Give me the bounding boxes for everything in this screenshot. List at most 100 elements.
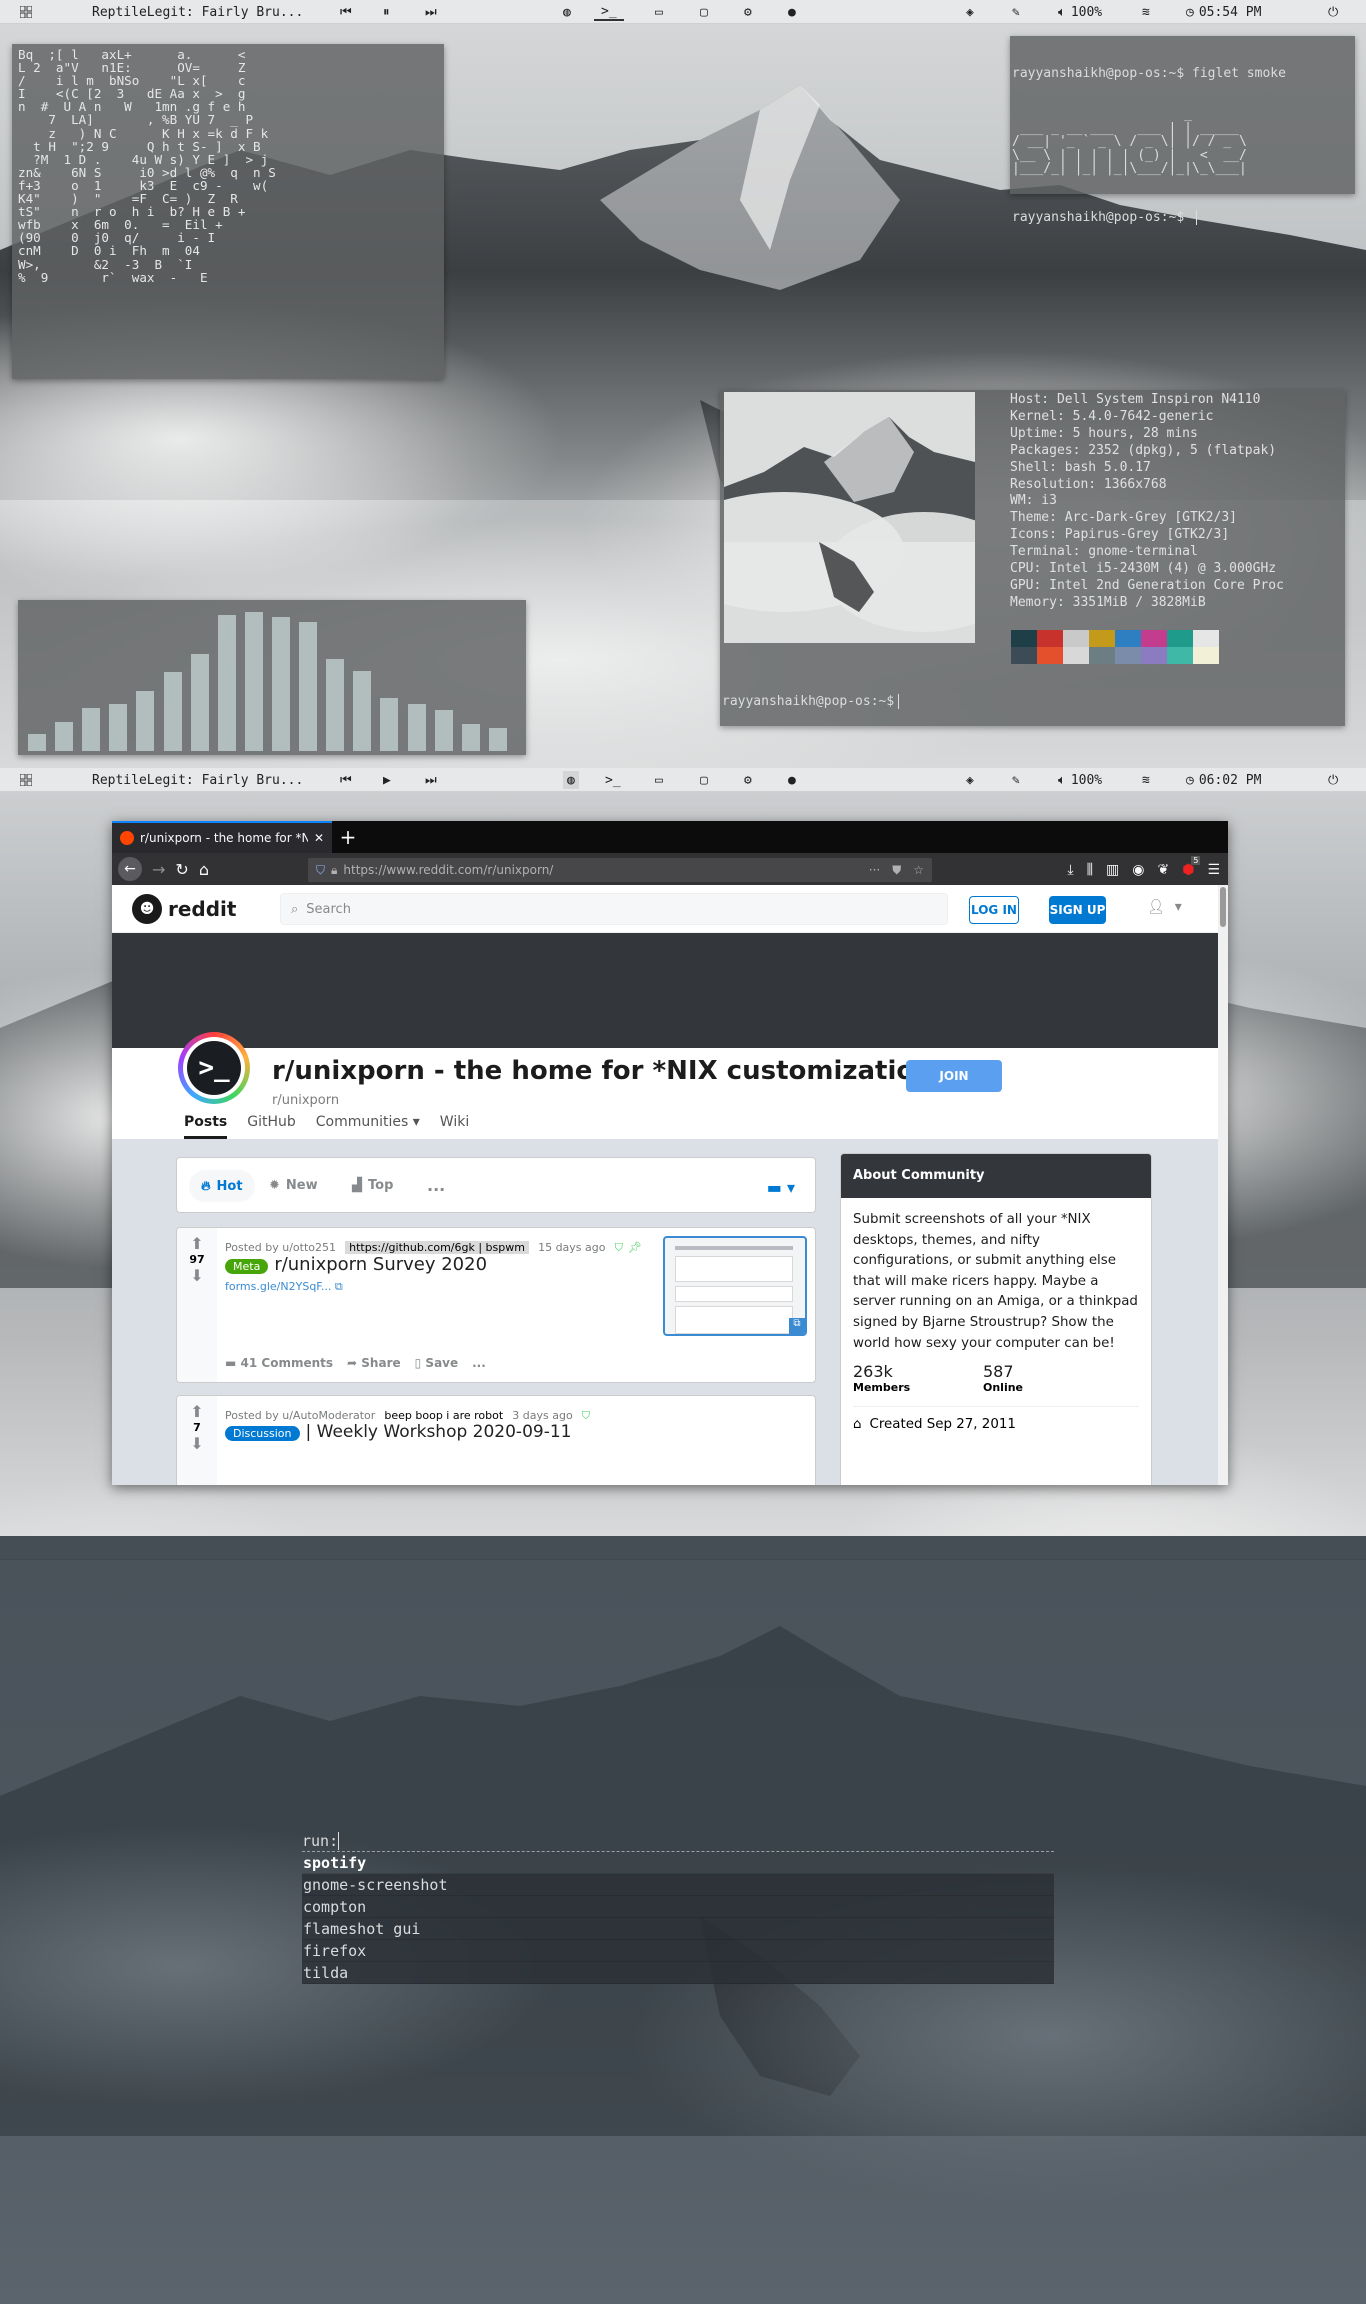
terminal-icon[interactable]: >_: [605, 771, 621, 789]
about-community: About Community Submit screenshots of al…: [840, 1153, 1152, 1485]
lock-icon[interactable]: 🔒︎: [331, 863, 337, 878]
spotify-icon[interactable]: ●: [788, 771, 796, 789]
wifi-icon[interactable]: ≋: [1142, 771, 1150, 789]
post-card[interactable]: ⬆ 7 ⬇ Posted by u/AutoModerator beep boo…: [176, 1395, 816, 1485]
settings-icon[interactable]: ⚙: [744, 3, 752, 21]
spotify-icon[interactable]: ●: [788, 3, 796, 21]
sort-top[interactable]: ▟ Top: [352, 1178, 393, 1193]
workspace-grid-icon[interactable]: [20, 3, 32, 21]
post-author[interactable]: Posted by u/otto251: [225, 1241, 336, 1254]
chat-icon[interactable]: ▢: [700, 771, 708, 789]
post-card[interactable]: ⬆ 97 ⬇ Posted by u/otto251 https://githu…: [176, 1227, 816, 1383]
menu-icon[interactable]: ☰: [1207, 862, 1220, 878]
save-button[interactable]: ▯ Save: [415, 1356, 459, 1370]
previous-track-icon[interactable]: ⏮: [340, 3, 352, 21]
globe-icon[interactable]: ◍: [563, 3, 571, 21]
sort-more[interactable]: ...: [427, 1176, 445, 1195]
library-icon[interactable]: ⫼: [1087, 862, 1093, 878]
upvote-icon[interactable]: ⬆: [177, 1234, 217, 1253]
page-scrollbar[interactable]: [1218, 885, 1228, 1485]
comments-button[interactable]: ▬ 41 Comments: [225, 1356, 333, 1370]
folder-icon[interactable]: ▭: [655, 3, 663, 21]
reddit-search-box[interactable]: ⌕ Search: [280, 893, 948, 925]
next-track-icon[interactable]: ⏭: [425, 3, 437, 21]
launcher-item[interactable]: flameshot gui: [302, 1918, 1054, 1940]
reddit-logo[interactable]: ☻ reddit: [132, 894, 236, 924]
power-icon[interactable]: ⏻: [1328, 3, 1338, 21]
neofetch-info: Host: Dell System Inspiron N4110 Kernel: …: [1010, 392, 1284, 612]
reload-icon[interactable]: ↻: [175, 860, 188, 879]
shield-icon[interactable]: ⛉: [316, 863, 325, 878]
next-track-icon[interactable]: ⏭: [425, 771, 437, 789]
matrix-line: 7 LA] , %B YU 7 _ P: [18, 112, 254, 128]
user-dropdown[interactable]: 👤︎ ▾: [1147, 899, 1182, 915]
view-toggle[interactable]: ▬ ▾: [767, 1178, 795, 1197]
tab-wiki[interactable]: Wiki: [440, 1114, 469, 1139]
tab-github[interactable]: GitHub: [247, 1114, 296, 1139]
post-link[interactable]: forms.gle/N2YSqF... ⧉: [225, 1280, 343, 1294]
downvote-icon[interactable]: ⬇: [177, 1434, 217, 1453]
post-author[interactable]: Posted by u/AutoModerator: [225, 1409, 375, 1422]
ublock-icon[interactable]: ⬢ 5: [1182, 856, 1201, 878]
tab-strip: r/unixporn - the home for *NIX ✕ +: [112, 821, 1228, 853]
chat-icon[interactable]: ▢: [700, 3, 708, 21]
sort-hot[interactable]: 🔥︎ Hot: [189, 1170, 255, 1202]
settings-icon[interactable]: ⚙: [744, 771, 752, 789]
post-title[interactable]: r/unixporn Survey 2020: [274, 1254, 487, 1275]
bookmark-star-icon[interactable]: ☆: [913, 863, 924, 878]
browser-tab[interactable]: r/unixporn - the home for *NIX ✕: [112, 821, 332, 853]
url-text[interactable]: https://www.reddit.com/r/unixporn/: [343, 863, 553, 877]
launcher-item[interactable]: compton: [302, 1896, 1054, 1918]
terminal-prompt-line: rayyanshaikh@pop-os:~$: [1012, 210, 1353, 226]
share-button[interactable]: ➦ Share: [347, 1356, 401, 1370]
clock: ◷ 05:54 PM: [1186, 4, 1262, 20]
neofetch-terminal[interactable]: Host: Dell System Inspiron N4110 Kernel: …: [720, 390, 1345, 726]
folder-icon[interactable]: ▭: [655, 771, 663, 789]
post-title-line[interactable]: Discussion | Weekly Workshop 2020-09-11: [225, 1422, 571, 1442]
volume-icon[interactable]: 🔈︎ 100%: [1058, 3, 1102, 21]
visualizer-bar: [136, 691, 155, 751]
previous-track-icon[interactable]: ⏮: [340, 771, 352, 789]
close-tab-icon[interactable]: ✕: [314, 831, 324, 845]
url-bar[interactable]: ⛉ 🔒︎ https://www.reddit.com/r/unixporn/ …: [308, 858, 932, 882]
launcher-item[interactable]: tilda: [302, 1962, 1054, 1984]
matrix-line: ?M 1 D . 4u W s) Y E ] > j: [18, 151, 269, 167]
tab-posts[interactable]: Posts: [184, 1114, 228, 1139]
pause-icon[interactable]: ⏸: [383, 3, 390, 21]
post-thumbnail[interactable]: ⧉: [663, 1236, 807, 1336]
login-button[interactable]: LOG IN: [969, 896, 1019, 924]
new-tab-button[interactable]: +: [332, 821, 364, 853]
back-icon[interactable]: ←: [118, 857, 142, 881]
extension-icon[interactable]: ❦: [1157, 862, 1169, 878]
pocket-icon[interactable]: ⛊: [892, 863, 901, 878]
reddit-alien-icon: ☻: [132, 894, 162, 924]
forward-icon[interactable]: →: [152, 860, 165, 879]
workspace-grid-icon[interactable]: [20, 771, 32, 789]
tab-communities[interactable]: Communities ▾: [316, 1114, 420, 1139]
power-icon[interactable]: ⏻: [1328, 771, 1338, 789]
upvote-icon[interactable]: ⬆: [177, 1402, 217, 1421]
post-title-line[interactable]: Meta r/unixporn Survey 2020: [225, 1254, 487, 1275]
signup-button[interactable]: SIGN UP: [1049, 896, 1106, 924]
launcher-item[interactable]: gnome-screenshot: [302, 1874, 1054, 1896]
post-title[interactable]: | Weekly Workshop 2020-09-11: [306, 1422, 572, 1442]
launcher-item[interactable]: firefox: [302, 1940, 1054, 1962]
volume-icon[interactable]: 🔈︎ 100%: [1058, 771, 1102, 789]
downvote-icon[interactable]: ⬇: [177, 1266, 217, 1285]
pin-icon: 📌︎: [627, 1241, 642, 1254]
globe-icon[interactable]: ◍: [563, 771, 579, 789]
launcher-input[interactable]: run:: [302, 1830, 1054, 1852]
play-icon[interactable]: ▶: [383, 771, 391, 789]
sidebar-icon[interactable]: ▥: [1106, 862, 1119, 878]
more-options-button[interactable]: ...: [472, 1356, 486, 1370]
wifi-icon[interactable]: ≋: [1142, 3, 1150, 21]
launcher-item[interactable]: spotify: [302, 1852, 1054, 1874]
figlet-terminal[interactable]: rayyanshaikh@pop-os:~$ figlet smoke _ __…: [1010, 36, 1355, 226]
home-icon[interactable]: ⌂: [199, 860, 209, 879]
sort-new[interactable]: ✹ New: [269, 1178, 318, 1193]
page-actions-icon[interactable]: ···: [869, 863, 880, 878]
account-icon[interactable]: ◉: [1132, 862, 1144, 878]
terminal-icon[interactable]: >_: [594, 3, 624, 21]
join-button[interactable]: JOIN: [906, 1060, 1002, 1092]
download-icon[interactable]: ⤓: [1067, 862, 1073, 878]
